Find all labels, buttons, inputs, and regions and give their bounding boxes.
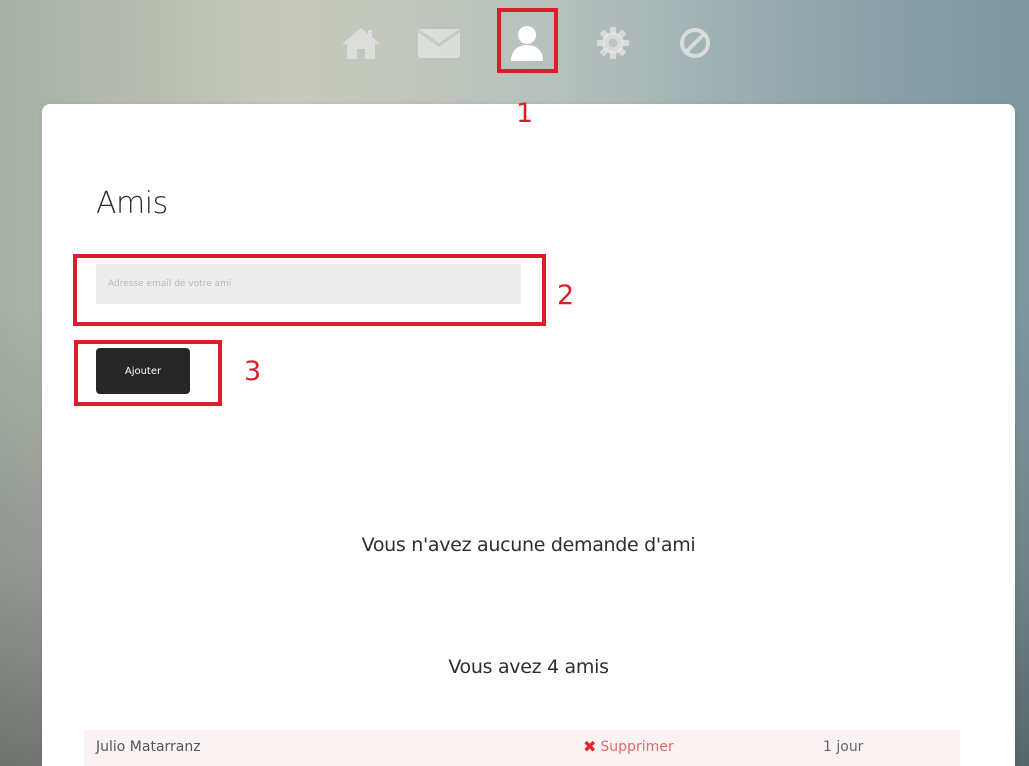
nav-logout[interactable] xyxy=(670,18,720,68)
close-icon: ✖ xyxy=(583,737,597,756)
nav-settings[interactable] xyxy=(588,18,638,68)
callout-number-3: 3 xyxy=(244,356,262,387)
callout-number-1: 1 xyxy=(516,98,534,129)
top-navigation xyxy=(336,18,736,68)
block-icon xyxy=(680,28,710,58)
friend-row: Julio Matarranz ✖ Supprimer 1 jour xyxy=(84,730,960,766)
gear-icon xyxy=(597,27,629,59)
nav-mail[interactable] xyxy=(414,18,464,68)
friend-email-input[interactable] xyxy=(96,264,521,304)
friends-count: Vous avez 4 amis xyxy=(448,656,609,678)
nav-user[interactable] xyxy=(502,18,552,68)
friends-panel: Amis Ajouter Vous n'avez aucune demande … xyxy=(42,104,1015,766)
home-icon xyxy=(342,28,380,59)
friend-requests-notice: Vous n'avez aucune demande d'ami xyxy=(361,534,696,556)
friend-since: 1 jour xyxy=(823,739,864,755)
mail-icon xyxy=(418,29,460,58)
nav-home[interactable] xyxy=(336,18,386,68)
callout-number-2: 2 xyxy=(557,280,575,311)
add-friend-button[interactable]: Ajouter xyxy=(96,348,190,394)
delete-friend-label: Supprimer xyxy=(600,739,674,755)
user-icon xyxy=(511,26,543,61)
delete-friend-link[interactable]: ✖ Supprimer xyxy=(583,737,674,756)
friend-name: Julio Matarranz xyxy=(96,739,201,755)
page-title: Amis xyxy=(96,186,168,221)
